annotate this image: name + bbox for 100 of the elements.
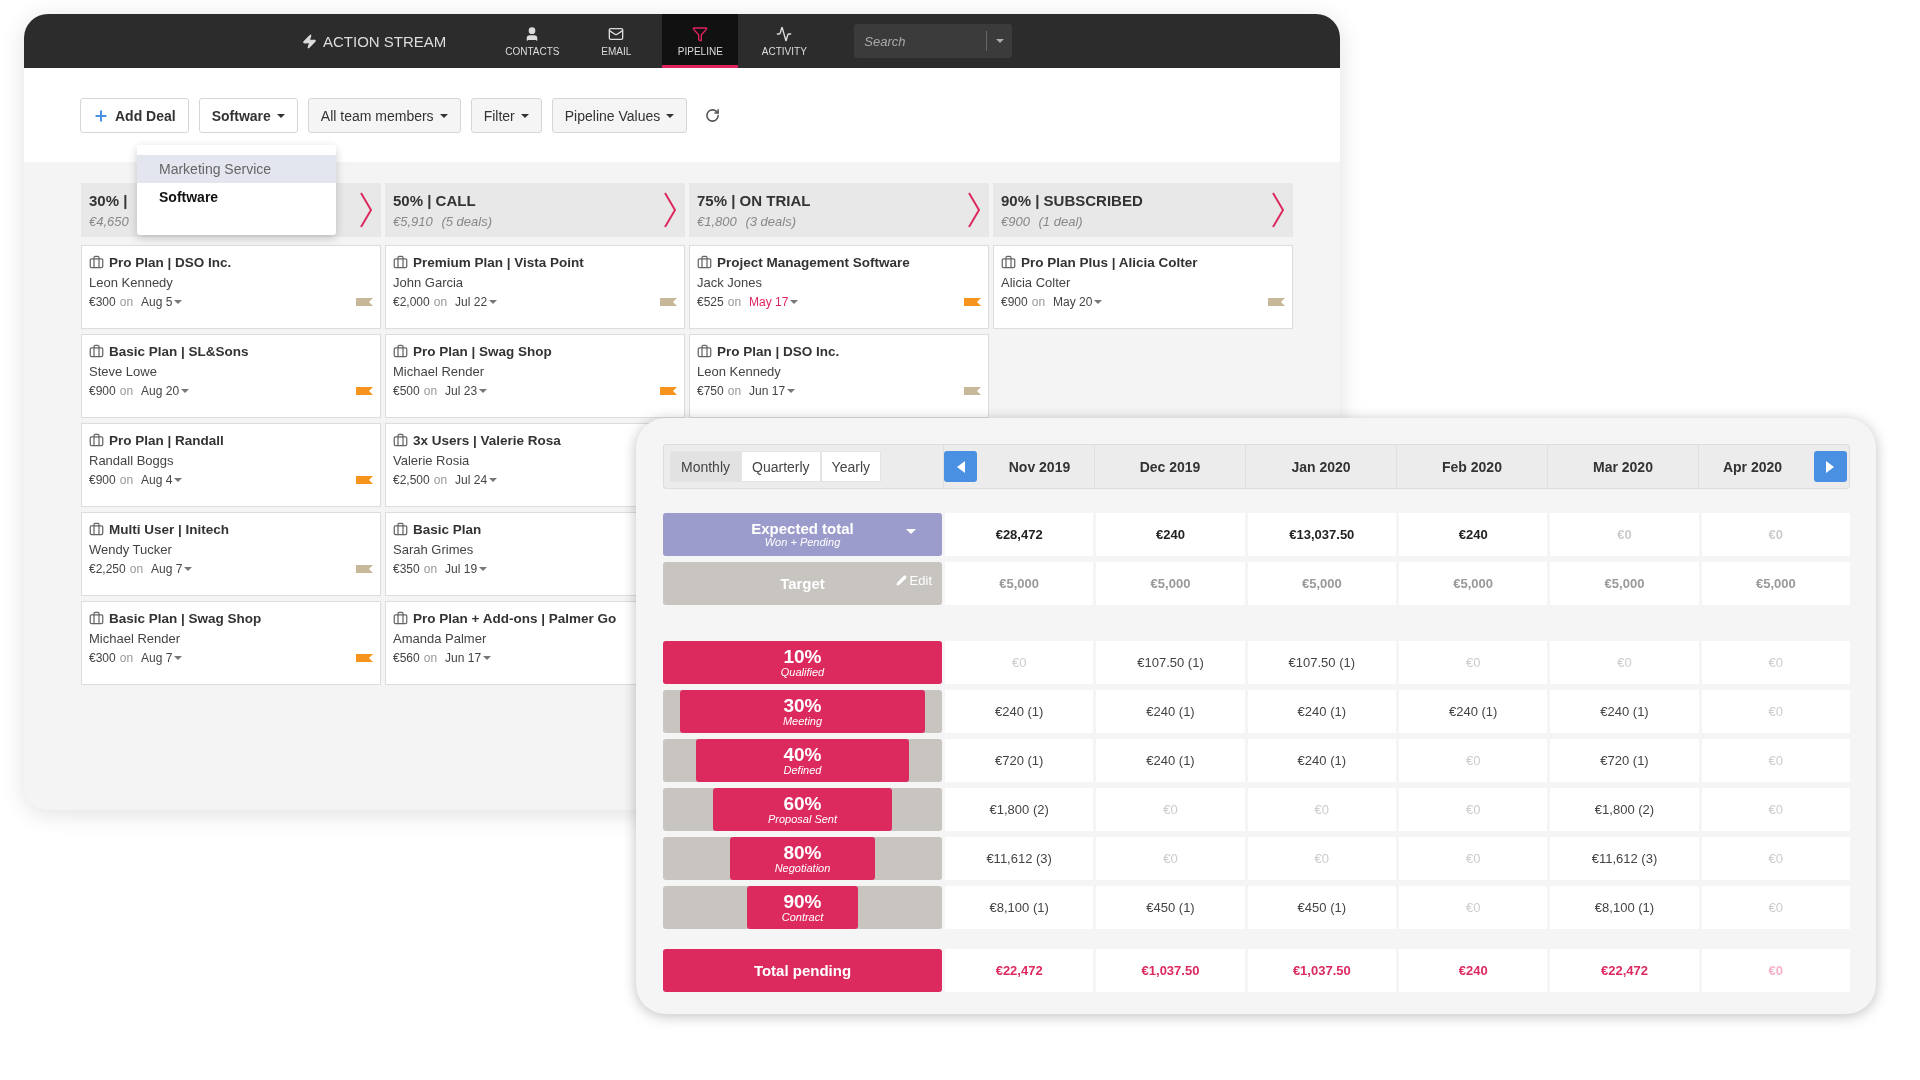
month-heading: Dec 2019 [1138, 458, 1202, 475]
deal-title: Basic Plan | Swag Shop [109, 611, 262, 626]
stage-percent: 30% [783, 696, 822, 715]
deal-amount: €500 [393, 384, 420, 398]
deal-count: (5 deals) [440, 213, 492, 229]
deal-amount: €900 [89, 473, 116, 487]
value-cell: €240 [1096, 513, 1245, 556]
stage-title: 90% | SUBSCRIBED [1001, 191, 1143, 209]
row-subtitle: Won + Pending [764, 536, 841, 549]
on-label: on [423, 562, 438, 576]
on-label: on [119, 651, 134, 665]
deal-title: Basic Plan [413, 522, 482, 537]
on-label: on [423, 384, 438, 398]
value-cell: €5,000 [1096, 562, 1245, 605]
on-label: on [1031, 295, 1046, 309]
stage-title: 50% | CALL [393, 191, 477, 209]
contact-name: Valerie Rosia [393, 453, 471, 468]
deal-count: (3 deals) [744, 213, 796, 229]
month-heading: Jan 2020 [1290, 458, 1352, 475]
deal-count: (1 deal) [1037, 213, 1083, 229]
on-label: on [119, 295, 134, 309]
on-label: on [423, 651, 438, 665]
value-cell: €240 [1399, 513, 1548, 556]
value-cell: €11,612 (3) [945, 837, 1094, 880]
contact-name: Michael Render [89, 631, 182, 646]
value-cell: €240 [1399, 949, 1548, 992]
stage-title: 75% | ON TRIAL [697, 191, 811, 209]
deal-title: Pro Plan | DSO Inc. [717, 344, 840, 359]
deal-amount: €300 [89, 651, 116, 665]
stage-name: Negotiation [774, 862, 831, 874]
deal-title: Basic Plan | SL&Sons [109, 344, 249, 359]
value-cell: €0 [1701, 949, 1850, 992]
value-cell: €5,000 [1701, 562, 1850, 605]
value-cell: €13,037.50 [1247, 513, 1396, 556]
value-cell: €22,472 [945, 949, 1094, 992]
value-cell: €8,100 (1) [1550, 886, 1699, 929]
deal-amount: €750 [697, 384, 724, 398]
stage-name: Meeting [782, 715, 823, 727]
value-cell: €1,800 (2) [945, 788, 1094, 831]
value-cell: €240 (1) [1096, 739, 1245, 782]
on-label: on [433, 295, 448, 309]
deal-amount: €2,500 [393, 473, 430, 487]
contact-name: Jack Jones [697, 275, 764, 290]
contact-name: John Garcia [393, 275, 465, 290]
value-cell: €11,612 (3) [1550, 837, 1699, 880]
value-cell: €28,472 [945, 513, 1094, 556]
value-cell: €240 (1) [1399, 690, 1548, 733]
stage-percent: 40% [783, 745, 822, 764]
deal-title: Pro Plan | Randall [109, 433, 224, 448]
stage-name: Defined [783, 764, 822, 776]
contact-name: Amanda Palmer [393, 631, 488, 646]
stage-title: 30% | [89, 191, 129, 209]
contact-name: Sarah Grimes [393, 542, 475, 557]
value-cell: €8,100 (1) [945, 886, 1094, 929]
contact-name: Steve Lowe [89, 364, 158, 379]
deal-title: Premium Plan | Vista Point [413, 255, 584, 270]
month-heading: Nov 2019 [1007, 458, 1072, 475]
on-label: on [129, 562, 144, 576]
stage-amount: €1,800 [697, 213, 737, 229]
month-heading: Feb 2020 [1441, 458, 1503, 475]
value-cell: €240 (1) [1096, 690, 1245, 733]
value-cell: €240 (1) [1247, 690, 1396, 733]
stage-percent: 80% [783, 843, 822, 862]
stage-percent: 60% [783, 794, 822, 813]
deal-title: Pro Plan + Add-ons | Palmer Go [413, 611, 617, 626]
deal-amount: €350 [393, 562, 420, 576]
value-cell: €5,000 [945, 562, 1094, 605]
stage-amount: €900 [1001, 213, 1030, 229]
value-cell: €240 (1) [1550, 690, 1699, 733]
value-cell: €5,000 [1399, 562, 1548, 605]
deal-title: Project Management Software [717, 255, 910, 270]
stage-amount: €4,650 [89, 213, 129, 229]
contact-name: Alicia Colter [1001, 275, 1072, 290]
stage-name: Contract [781, 911, 824, 923]
stage-name: Proposal Sent [767, 813, 838, 825]
month-heading: Apr 2020 [1721, 458, 1784, 475]
deal-title: Pro Plan | DSO Inc. [109, 255, 232, 270]
value-cell: €720 (1) [945, 739, 1094, 782]
deal-amount: €300 [89, 295, 116, 309]
contact-name: Wendy Tucker [89, 542, 173, 557]
value-cell: €5,000 [1247, 562, 1396, 605]
deal-amount: €2,250 [89, 562, 126, 576]
stage-percent: 10% [783, 647, 822, 666]
row-title: Expected total [751, 520, 854, 537]
stage-amount: €5,910 [393, 213, 433, 229]
value-cell: €450 (1) [1247, 886, 1396, 929]
contact-name: Leon Kennedy [697, 364, 782, 379]
deal-title: Multi User | Initech [109, 522, 230, 537]
deal-amount: €560 [393, 651, 420, 665]
contact-name: Randall Boggs [89, 453, 175, 468]
value-cell: €107.50 (1) [1096, 641, 1245, 684]
on-label: on [433, 473, 448, 487]
row-title: Total pending [753, 962, 852, 979]
value-cell: €1,037.50 [1247, 949, 1396, 992]
value-cell: €22,472 [1550, 949, 1699, 992]
value-cell: €240 (1) [1247, 739, 1396, 782]
month-heading: Mar 2020 [1592, 458, 1654, 475]
value-cell: €450 (1) [1096, 886, 1245, 929]
on-label: on [119, 473, 134, 487]
on-label: on [727, 384, 742, 398]
